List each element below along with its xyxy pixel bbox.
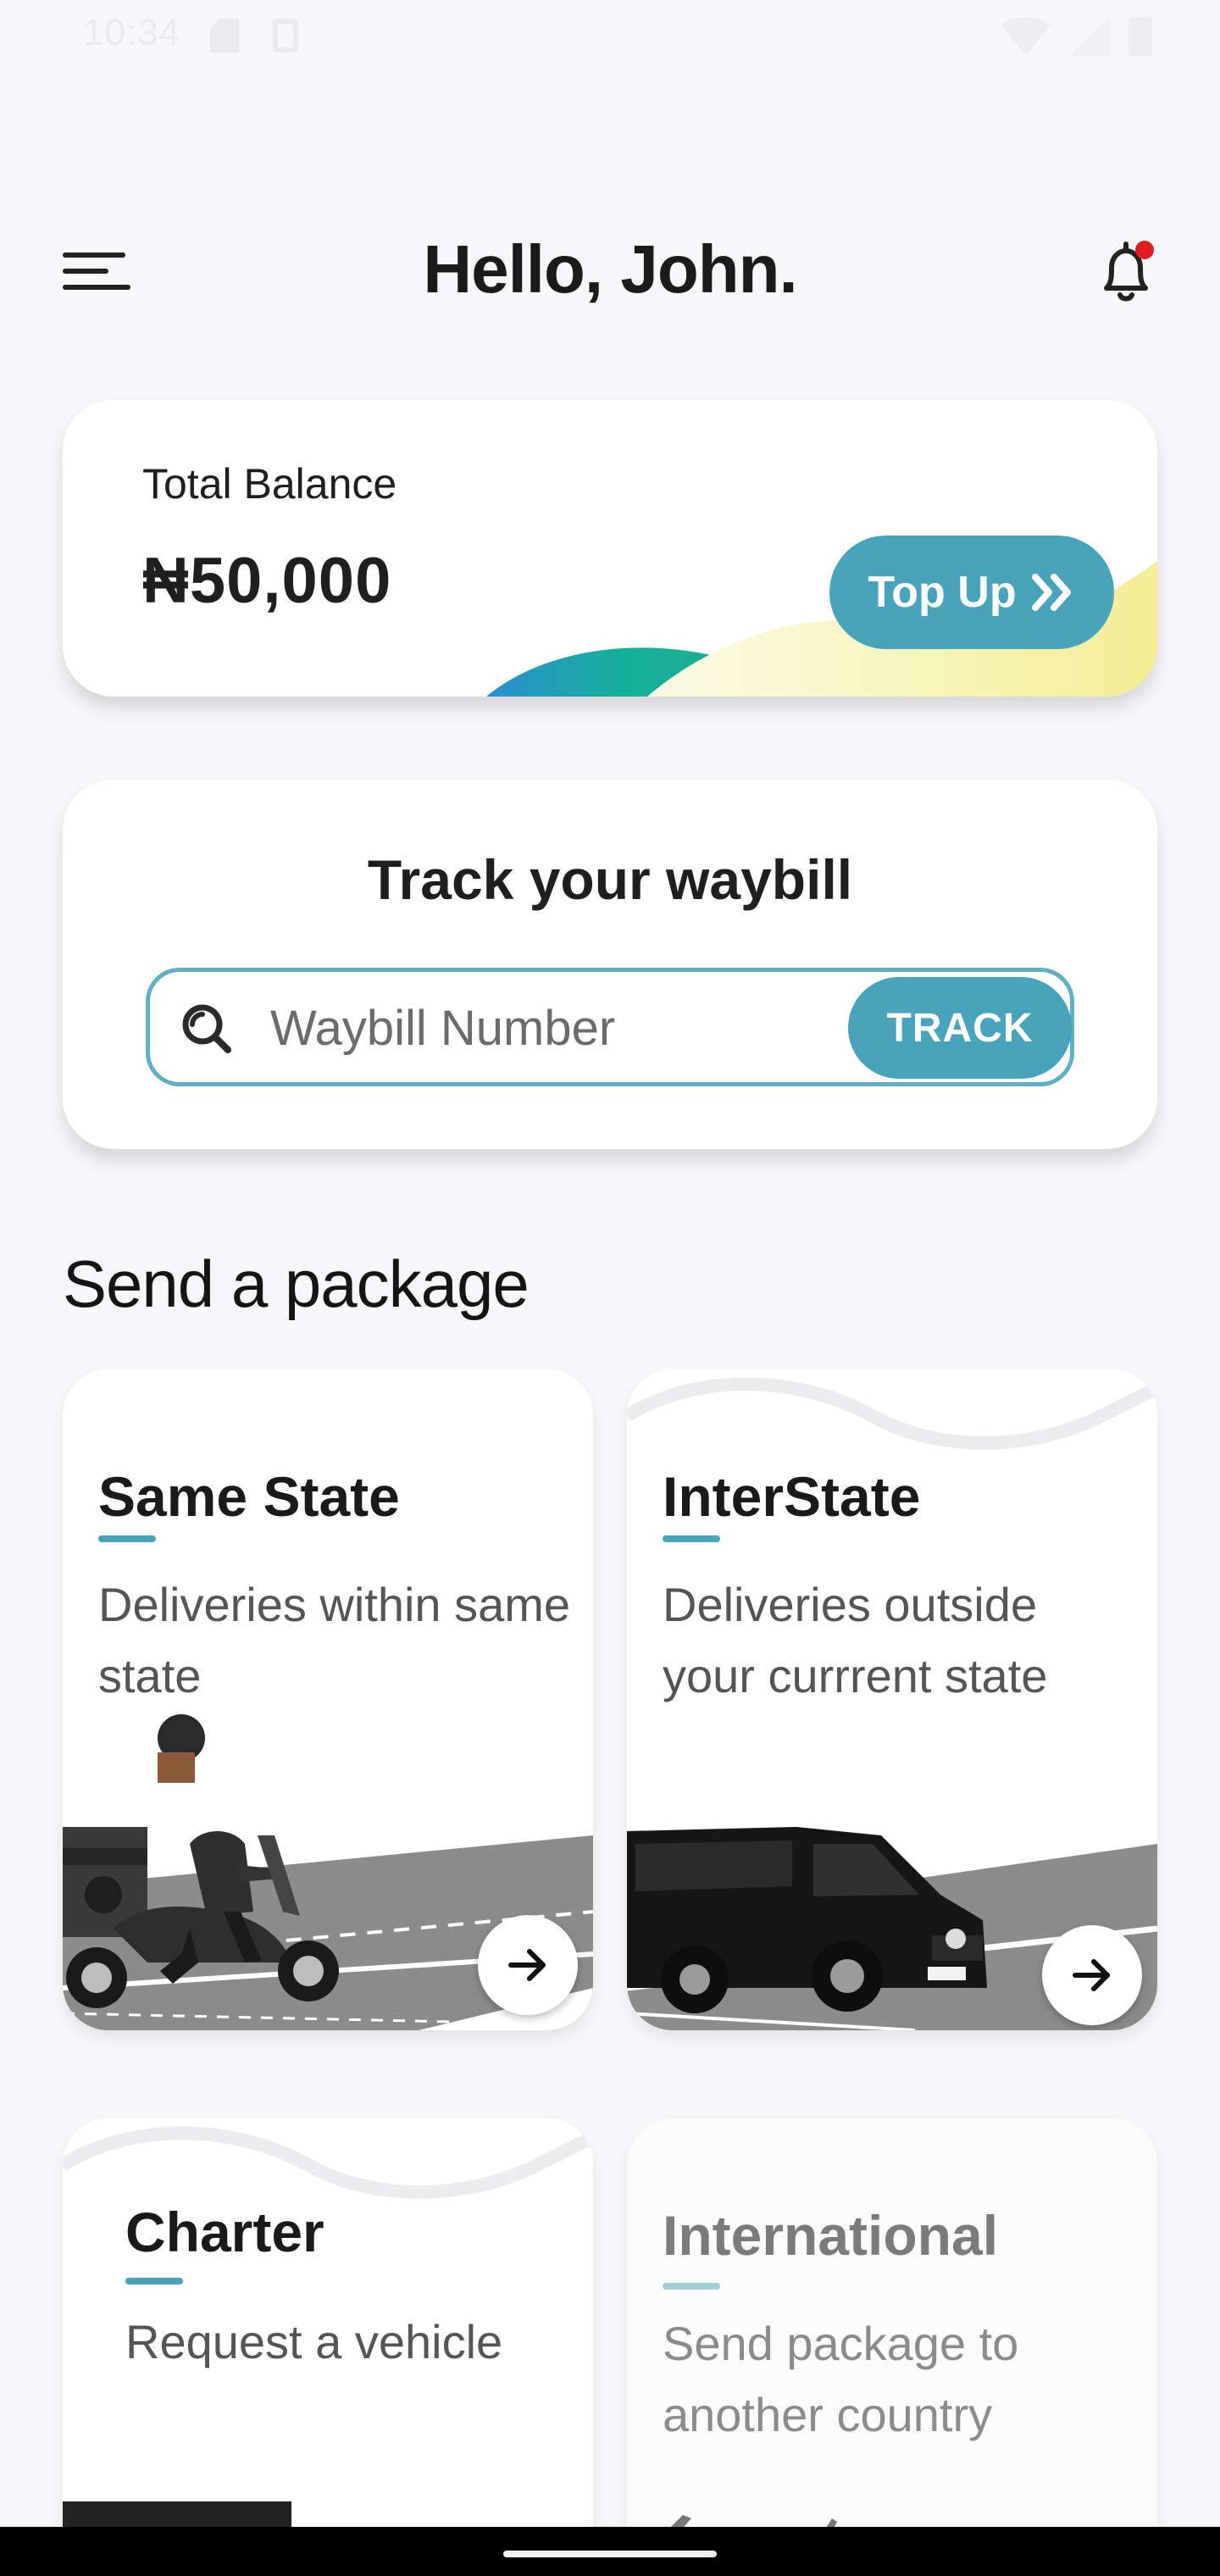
track-waybill-card: Track your waybill TRACK xyxy=(63,780,1157,1149)
pkg-title: InterState xyxy=(663,1465,921,1528)
double-chevron-right-icon xyxy=(1031,574,1071,611)
pkg-title: Charter xyxy=(125,2201,324,2263)
balance-card: Total Balance ₦50,000 Top Up xyxy=(63,400,1157,697)
status-time: 10:34 xyxy=(83,12,181,53)
wifi-icon xyxy=(1001,17,1051,56)
title-underline xyxy=(98,1535,156,1542)
arrow-right-icon xyxy=(1073,1959,1110,1991)
sd-card-icon xyxy=(210,19,239,53)
waybill-number-input[interactable] xyxy=(270,989,711,1067)
search-icon xyxy=(182,1004,231,1053)
pkg-description: Send package to another country xyxy=(663,2317,1019,2441)
same-state-arrow-button[interactable] xyxy=(478,1915,578,2015)
system-nav-bar xyxy=(0,2527,1220,2576)
track-title: Track your waybill xyxy=(367,848,853,911)
signal-icon xyxy=(1069,17,1110,56)
status-right-icons xyxy=(1001,17,1152,56)
pkg-description: Request a vehicle xyxy=(125,2315,503,2368)
top-up-button[interactable]: Top Up xyxy=(829,536,1114,649)
balance-amount: ₦50,000 xyxy=(142,545,392,617)
pkg-title: International xyxy=(663,2204,999,2267)
notification-button[interactable] xyxy=(1088,236,1164,312)
status-bar: 10:34 xyxy=(0,0,1220,76)
top-up-label: Top Up xyxy=(868,568,1017,617)
arrow-right-icon xyxy=(508,1949,546,1981)
title-underline xyxy=(663,2283,720,2290)
page-title: Hello, John. xyxy=(423,231,797,307)
home-indicator[interactable] xyxy=(503,2551,717,2557)
sim-icon xyxy=(273,19,298,53)
title-underline xyxy=(125,2278,183,2285)
battery-icon xyxy=(1128,17,1152,56)
track-button[interactable]: TRACK xyxy=(848,977,1072,1079)
waybill-search-field: TRACK xyxy=(146,968,1074,1086)
decorative-wave xyxy=(627,1377,1157,1450)
same-state-card[interactable]: Same State Deliveries within same state xyxy=(63,1369,593,2030)
title-underline xyxy=(663,1535,720,1542)
international-card[interactable]: International Send package to another co… xyxy=(627,2118,1157,2576)
charter-card[interactable]: Charter Request a vehicle xyxy=(63,2118,593,2576)
pkg-description: Deliveries within same state xyxy=(98,1578,571,1702)
balance-label: Total Balance xyxy=(142,460,397,508)
pkg-description: Deliveries outside your currrent state xyxy=(663,1578,1048,1702)
send-package-title: Send a package xyxy=(63,1246,530,1321)
notification-badge xyxy=(1135,241,1154,259)
status-left-icons xyxy=(210,19,298,53)
pkg-title: Same State xyxy=(98,1465,400,1528)
decorative-wave xyxy=(63,2126,593,2199)
app-header: Hello, John. xyxy=(0,220,1220,322)
home-screen: 10:34 Hello, John. Total Balance ₦50,000… xyxy=(0,0,1220,2576)
interstate-card[interactable]: InterState Deliveries outside your currr… xyxy=(627,1369,1157,2030)
interstate-arrow-button[interactable] xyxy=(1042,1925,1142,2025)
